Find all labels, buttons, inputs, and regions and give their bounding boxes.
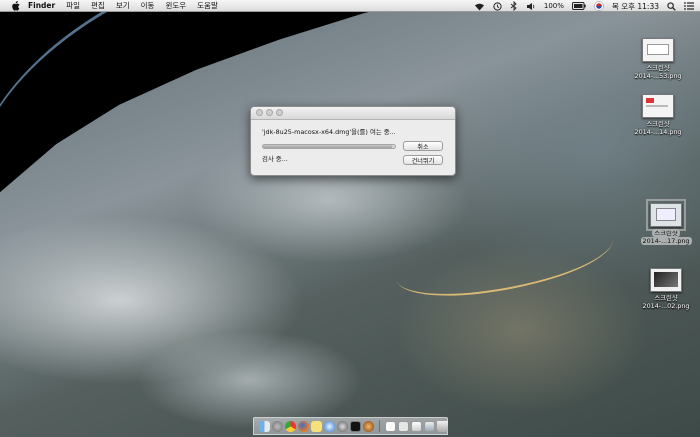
close-window-button[interactable]	[256, 109, 263, 116]
time-machine-icon[interactable]	[493, 0, 502, 12]
menu-edit[interactable]: 편집	[91, 0, 105, 11]
screenshot-thumbnail-icon	[642, 94, 674, 118]
opening-progress-dialog: 'jdk-8u25-macosx-x64.dmg'을(를) 여는 중... 검사…	[250, 106, 456, 176]
notification-center-icon[interactable]	[684, 0, 694, 12]
menu-go[interactable]: 이동	[141, 0, 155, 11]
cancel-button[interactable]: 취소	[403, 141, 443, 151]
menu-clock[interactable]: 목 오후 11:33	[612, 0, 659, 12]
progress-bar	[262, 144, 396, 149]
file-name: 2014-...53.png	[634, 72, 682, 80]
screenshot-thumbnail-icon	[650, 268, 682, 292]
launchpad-icon[interactable]	[272, 421, 283, 432]
spotlight-icon[interactable]	[667, 0, 676, 12]
mail-icon[interactable]	[398, 421, 409, 432]
menu-file[interactable]: 파일	[66, 0, 80, 11]
terminal-icon[interactable]	[350, 421, 361, 432]
document-icon[interactable]	[385, 421, 396, 432]
dialog-status: 검사 중...	[262, 155, 288, 163]
dock	[253, 417, 448, 435]
dvd-player-icon[interactable]	[363, 421, 374, 432]
menu-window[interactable]: 윈도우	[165, 0, 186, 11]
file-title: 스크린샷	[652, 229, 680, 237]
file-title: 스크린샷	[646, 64, 670, 72]
dock-separator	[379, 420, 380, 432]
dialog-message: 'jdk-8u25-macosx-x64.dmg'을(를) 여는 중...	[262, 128, 396, 136]
menu-bar: Finder 파일 편집 보기 이동 윈도우 도움말 100% 목 오후 11:…	[0, 0, 700, 12]
battery-icon[interactable]	[571, 0, 586, 12]
trash-icon[interactable]	[437, 421, 448, 432]
desktop-file-screenshot-4[interactable]: 스크린샷 2014-...02.png	[631, 268, 700, 310]
dialog-titlebar[interactable]	[251, 107, 455, 120]
notes-icon[interactable]	[311, 421, 322, 432]
safari-icon[interactable]	[324, 421, 335, 432]
screenshot-thumbnail-icon	[642, 38, 674, 62]
input-source-flag-icon[interactable]	[594, 0, 604, 12]
minimize-window-button[interactable]	[266, 109, 273, 116]
finder-icon[interactable]	[259, 421, 270, 432]
battery-percent[interactable]: 100%	[544, 0, 564, 12]
volume-icon[interactable]	[526, 0, 536, 12]
desktop-file-screenshot-2[interactable]: 스크린샷 2014-...14.png	[623, 94, 693, 136]
zoom-window-button[interactable]	[276, 109, 283, 116]
desktop-file-screenshot-3[interactable]: 스크린샷 2014-...17.png	[631, 199, 700, 245]
compass-icon[interactable]	[337, 421, 348, 432]
image-icon[interactable]	[411, 421, 422, 432]
file-name: 2014-...17.png	[640, 237, 692, 245]
screenshot-thumbnail-icon	[646, 199, 686, 231]
chrome-icon[interactable]	[285, 421, 296, 432]
wifi-icon[interactable]	[474, 0, 485, 12]
skip-button[interactable]: 건너뛰기	[403, 155, 443, 165]
file-title: 스크린샷	[646, 120, 670, 128]
file-name: 2014-...02.png	[642, 302, 690, 310]
progress-bar-fill	[263, 145, 393, 148]
desktop-file-screenshot-1[interactable]: 스크린샷 2014-...53.png	[623, 38, 693, 80]
menu-help[interactable]: 도움말	[197, 0, 218, 11]
menu-app-name[interactable]: Finder	[28, 1, 55, 10]
photo-icon[interactable]	[424, 421, 435, 432]
bluetooth-icon[interactable]	[510, 0, 518, 12]
menu-view[interactable]: 보기	[116, 0, 130, 11]
firefox-icon[interactable]	[298, 421, 309, 432]
status-area: 100% 목 오후 11:33	[474, 0, 694, 12]
file-name: 2014-...14.png	[634, 128, 682, 136]
apple-logo-icon[interactable]	[10, 0, 20, 11]
file-title: 스크린샷	[654, 294, 678, 302]
